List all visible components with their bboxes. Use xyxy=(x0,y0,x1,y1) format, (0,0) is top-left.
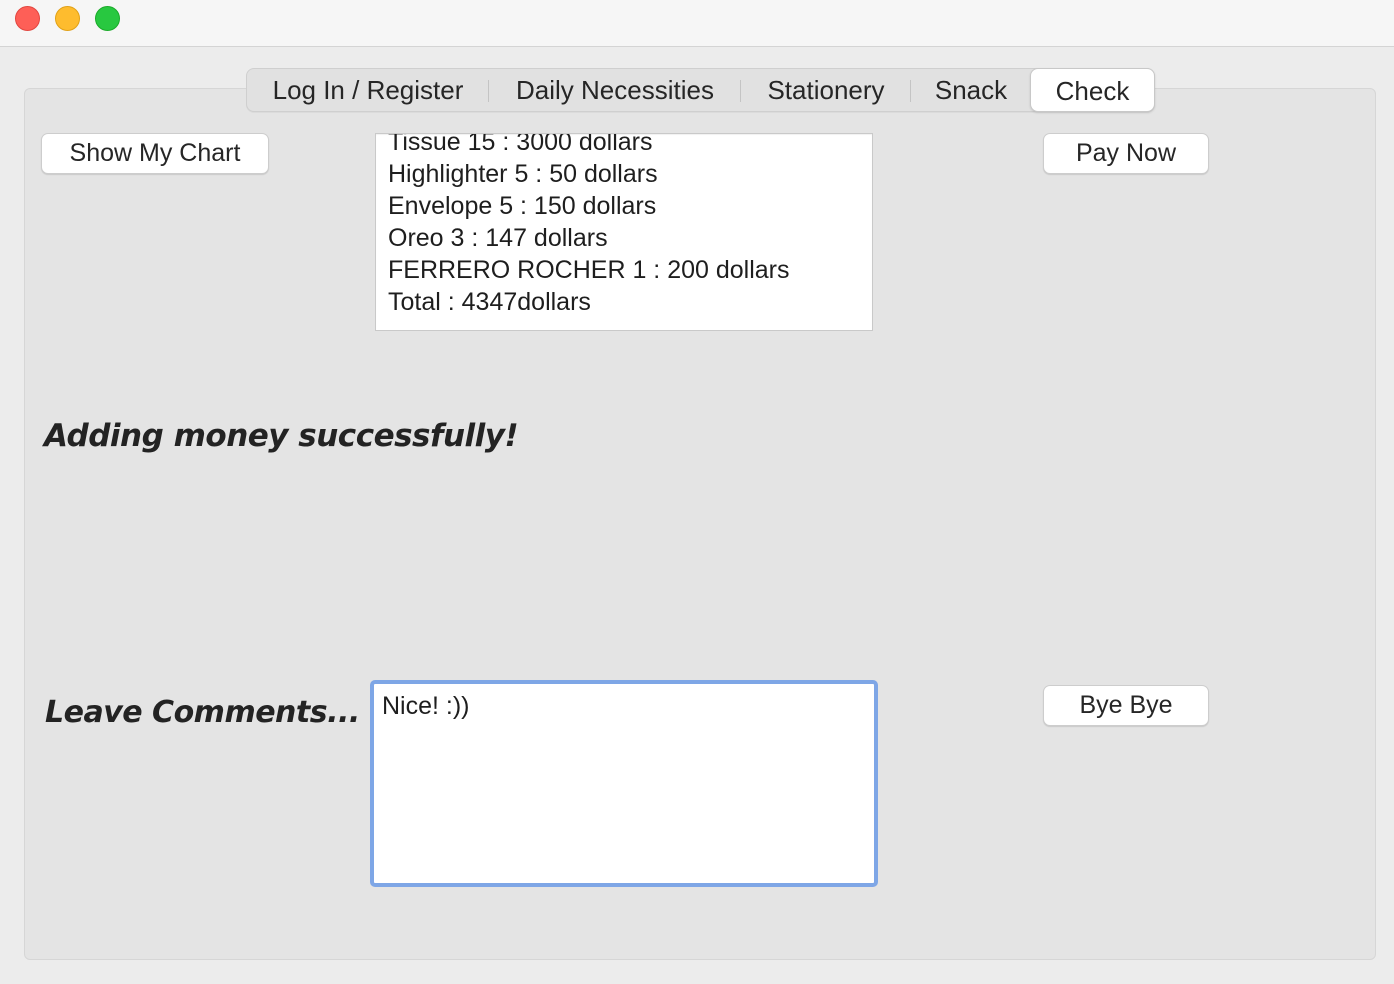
pay-now-button[interactable]: Pay Now xyxy=(1043,133,1209,174)
status-message: Adding money successfully! xyxy=(44,418,519,454)
comment-textarea[interactable]: Nice! :)) xyxy=(370,680,878,887)
tab-log-in-register[interactable]: Log In / Register xyxy=(255,69,481,111)
tab-snack[interactable]: Snack xyxy=(919,69,1023,111)
tab-separator xyxy=(740,80,741,102)
leave-comments-label: Leave Comments... xyxy=(45,695,360,730)
show-my-chart-button[interactable]: Show My Chart xyxy=(41,133,269,174)
cart-summary-list[interactable]: Tissue 15 : 3000 dollars Highlighter 5 :… xyxy=(375,133,873,331)
title-bar xyxy=(0,0,1394,47)
tab-stationery[interactable]: Stationery xyxy=(749,69,903,111)
tab-separator xyxy=(488,80,489,102)
tab-separator xyxy=(910,80,911,102)
tab-check[interactable]: Check xyxy=(1030,68,1155,112)
minimize-window-button[interactable] xyxy=(55,6,80,31)
cart-summary-lines: Tissue 15 : 3000 dollars Highlighter 5 :… xyxy=(388,133,790,318)
cart-line: Oreo 3 : 147 dollars xyxy=(388,224,608,252)
cart-line: FERRERO ROCHER 1 : 200 dollars xyxy=(388,256,790,284)
tab-daily-necessities[interactable]: Daily Necessities xyxy=(497,69,733,111)
cart-total: Total : 4347dollars xyxy=(388,288,591,316)
tab-bar: Log In / Register Daily Necessities Stat… xyxy=(246,68,1155,112)
cart-line: Highlighter 5 : 50 dollars xyxy=(388,160,658,188)
app-window: Log In / Register Daily Necessities Stat… xyxy=(0,0,1394,984)
bye-bye-button[interactable]: Bye Bye xyxy=(1043,685,1209,726)
cart-line: Envelope 5 : 150 dollars xyxy=(388,192,657,220)
cart-line: Tissue 15 : 3000 dollars xyxy=(388,133,653,156)
close-window-button[interactable] xyxy=(15,6,40,31)
zoom-window-button[interactable] xyxy=(95,6,120,31)
